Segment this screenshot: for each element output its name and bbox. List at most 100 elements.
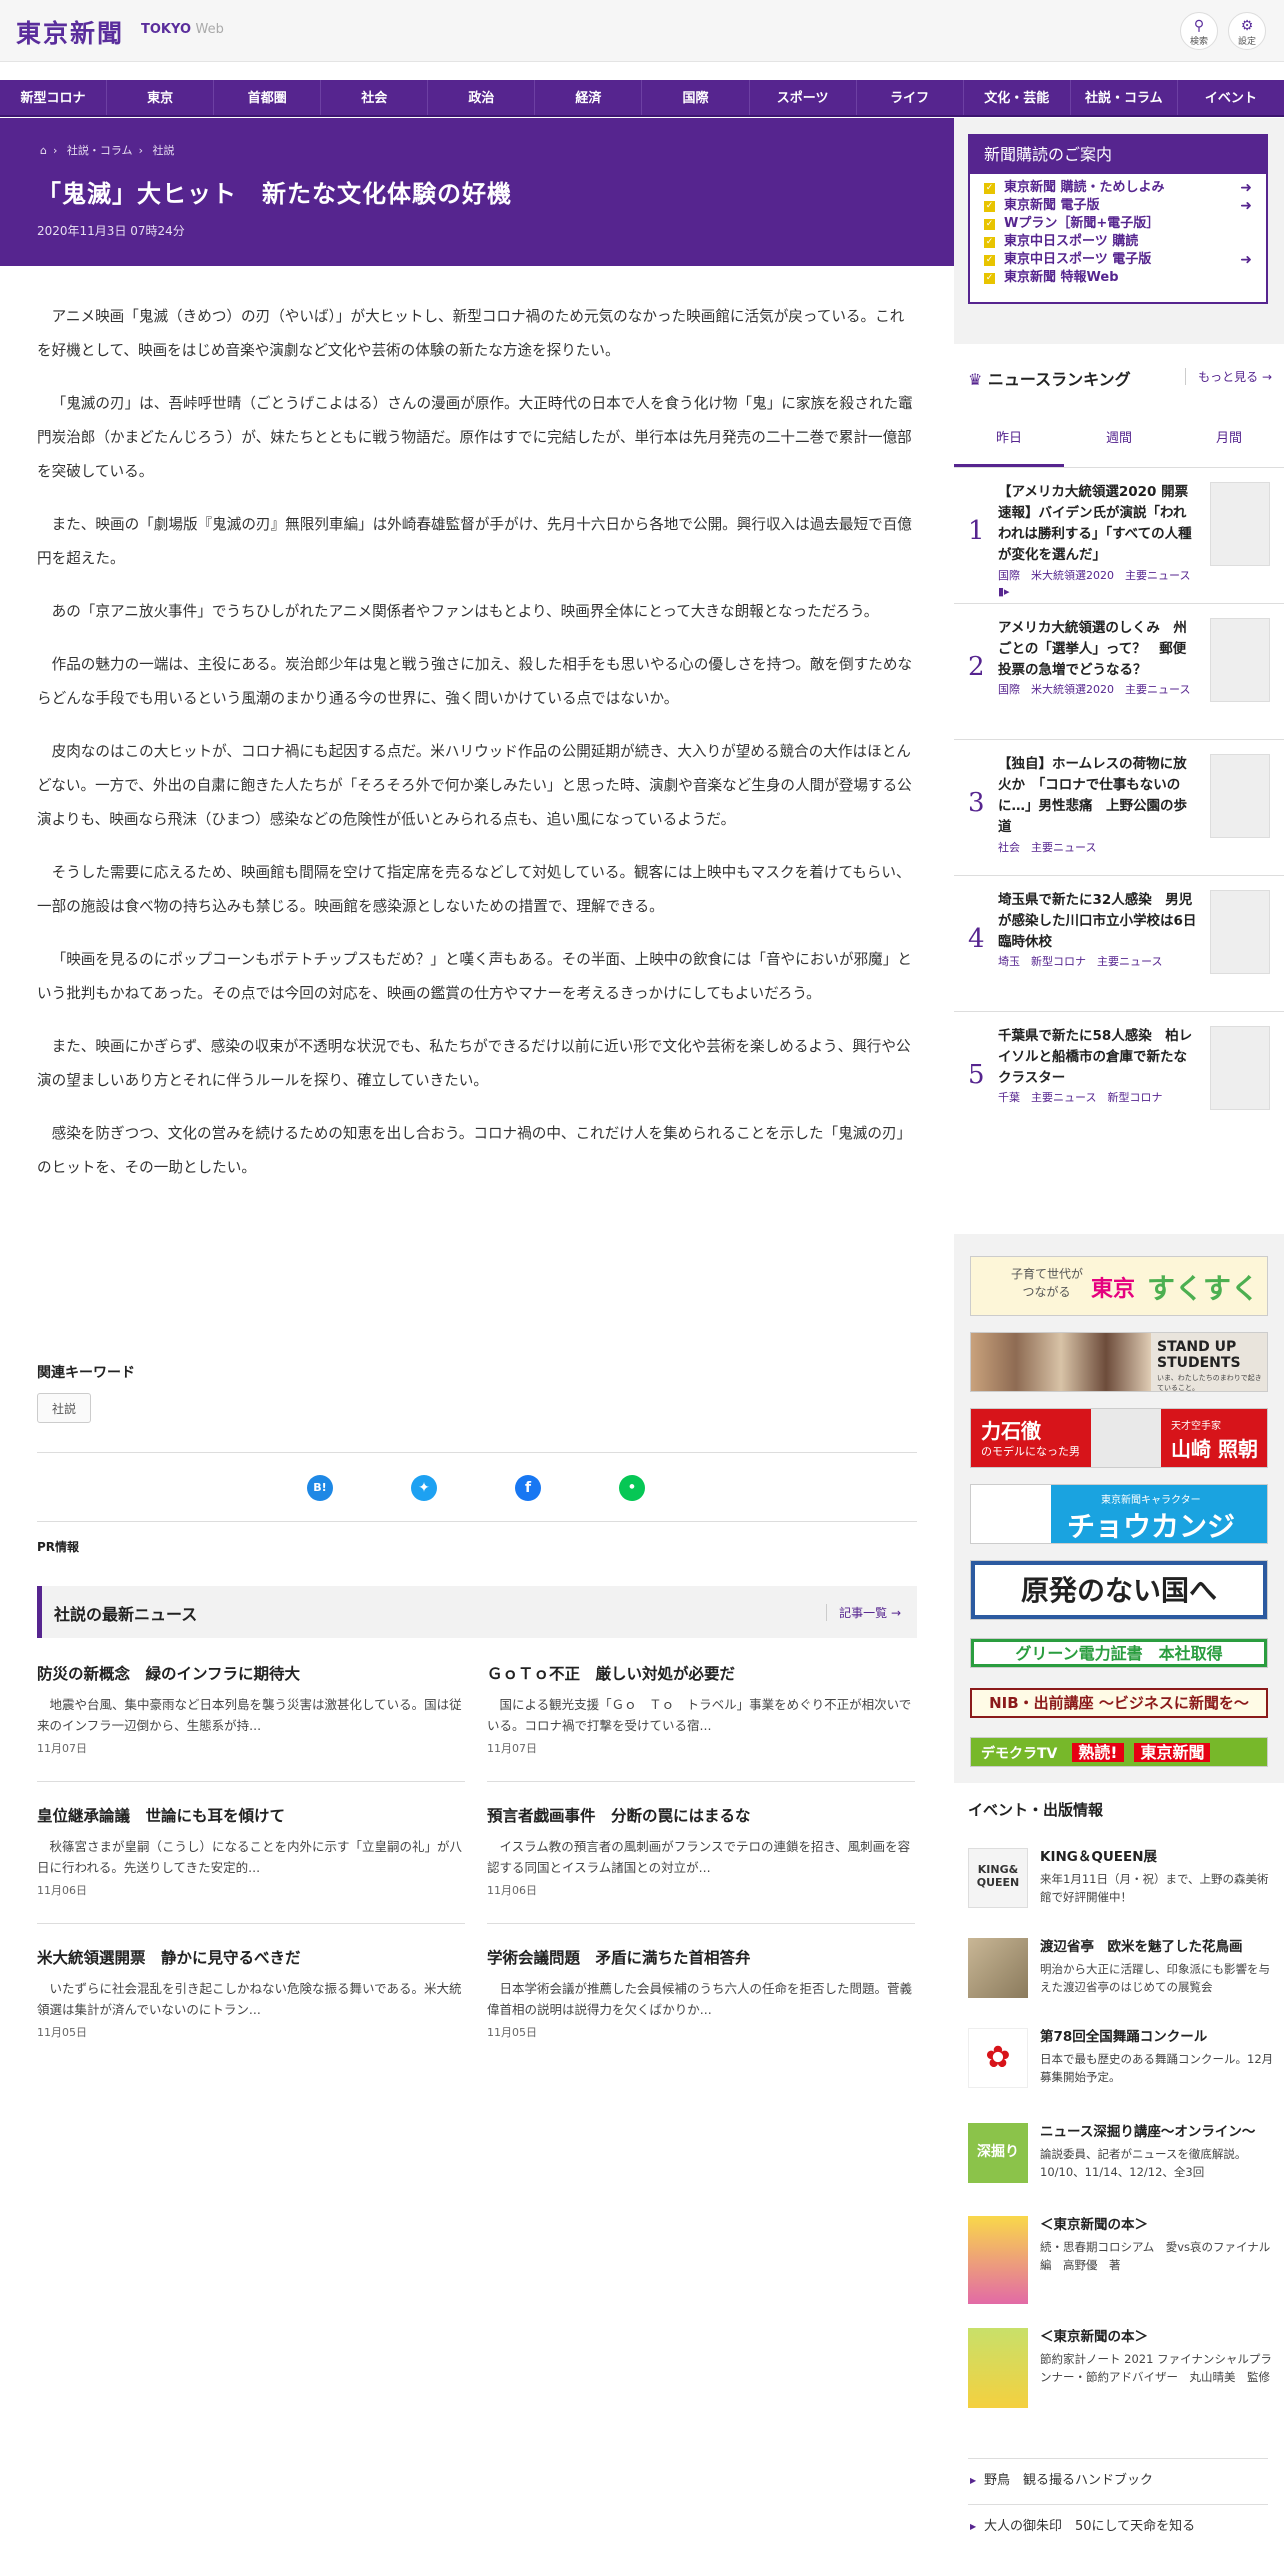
latest-news-item[interactable]: ＧｏＴｏ不正 厳しい対処が必要だ 国による観光支援「Ｇｏ Ｔｏ トラベル」事業を…: [487, 1664, 915, 1782]
tab-weekly[interactable]: 週間: [1064, 412, 1174, 467]
subscription-title: 新聞購読のご案内: [970, 136, 1266, 174]
settings-button[interactable]: ⚙ 設定: [1228, 12, 1266, 50]
banner-yamazaki[interactable]: 力石徹 のモデルになった男 天才空手家 山崎 照朝: [970, 1408, 1268, 1468]
book-cover-thumbnail: [968, 2216, 1028, 2304]
home-icon[interactable]: ⌂: [40, 144, 47, 157]
site-logo[interactable]: 東京新聞: [16, 14, 124, 50]
breadcrumb-item[interactable]: 社説・コラム: [67, 144, 133, 157]
article-date: 2020年11月3日 07時24分: [37, 224, 185, 238]
book-link[interactable]: 野鳥 観る撮るハンドブック: [968, 2458, 1268, 2503]
ranking-thumbnail: [1210, 618, 1270, 702]
ranking-thumbnail: [1210, 890, 1270, 974]
news-ranking: ♛ ニュースランキング もっと見る → 昨日 週間 月間 1 【アメリカ大統領選…: [954, 344, 1284, 1234]
subscription-link[interactable]: ✓ Wプラン［新聞+電子版］: [980, 215, 1266, 233]
search-icon: ⚲: [1193, 18, 1205, 34]
login-arrow-icon: ➜: [1240, 198, 1252, 214]
video-icon: ▮▸: [998, 585, 1010, 598]
facebook-icon[interactable]: f: [515, 1475, 541, 1501]
event-thumbnail: [968, 1938, 1028, 1998]
crown-icon: ♛: [968, 370, 983, 389]
article-title: 「鬼滅」大ヒット 新たな文化体験の好機: [37, 180, 512, 208]
ranking-tabs: 昨日 週間 月間: [954, 412, 1284, 468]
subscription-link[interactable]: ✓ 東京中日スポーツ 電子版 ➜: [980, 251, 1266, 269]
article-paragraph: あの「京アニ放火事件」でうちひしがれたアニメ関係者やファンはもとより、映画界全体…: [51, 603, 879, 620]
nav-item[interactable]: 東京: [107, 80, 215, 115]
twitter-icon[interactable]: ✦: [411, 1475, 437, 1501]
article-paragraph: 感染を防ぎつつ、文化の営みを続けるための知恵を出し合おう。コロナ禍の中、これだけ…: [37, 1125, 912, 1176]
check-icon: ✓: [984, 237, 995, 248]
article-paragraph: 「鬼滅の刃」は、吾峠呼世晴（ごとうげこよはる）さんの漫画が原作。大正時代の日本で…: [37, 395, 913, 480]
subscription-link[interactable]: ✓ 東京新聞 電子版 ➜: [980, 197, 1266, 215]
check-icon: ✓: [984, 183, 995, 194]
ranking-item[interactable]: 5 千葉県で新たに58人感染 柏レイソルと船橋市の倉庫で新たなクラスター 千葉 …: [954, 1012, 1284, 1148]
ranking-thumbnail: [1210, 1026, 1270, 1110]
nav-item[interactable]: ライフ: [857, 80, 964, 115]
latest-news-item[interactable]: 学術会議問題 矛盾に満ちた首相答弁 日本学術会議が推薦した会員候補のうち六人の任…: [487, 1948, 915, 2040]
nav-item[interactable]: 国際: [642, 80, 750, 115]
event-thumbnail: KING& QUEEN: [968, 1848, 1028, 1908]
latest-news-more-link[interactable]: 記事一覧 →: [826, 1604, 901, 1621]
keywords-label: 関連キーワード: [37, 1365, 135, 1381]
banner-chokanji[interactable]: 東京新聞キャラクター チョウカンジ: [970, 1484, 1268, 1544]
line-icon[interactable]: ⚫: [619, 1475, 645, 1501]
nav-item[interactable]: 新型コロナ: [0, 80, 108, 115]
article-header: ⌂ › 社説・コラム › 社説 「鬼滅」大ヒット 新たな文化体験の好機 2020年1…: [0, 118, 954, 266]
subscription-link[interactable]: ✓ 東京新聞 特報Web: [980, 269, 1266, 287]
banner-democra-tv[interactable]: デモクラTV 熟読! 東京新聞: [970, 1737, 1268, 1767]
nav-item[interactable]: 政治: [428, 80, 536, 115]
subscription-box: 新聞購読のご案内 ✓ 東京新聞 購読・ためしよみ ➜ ✓ 東京新聞 電子版 ➜ ✓ Wプラ…: [968, 134, 1268, 304]
nav-item[interactable]: 社説・コラム: [1071, 80, 1178, 115]
tab-monthly[interactable]: 月間: [1174, 412, 1284, 467]
event-item[interactable]: ＜東京新聞の本＞ 続・思春期コロシアム 愛vs哀のファイナル編 高野優 著: [968, 2216, 1278, 2306]
latest-news-item[interactable]: 預言者戯画事件 分断の罠にはまるな イスラム教の預言者の風刺画がフランスでテロの…: [487, 1806, 915, 1924]
article-paragraph: 作品の魅力の一端は、主役にある。炭治郎少年は鬼と戦う強さに加え、殺した相手をも思…: [37, 656, 913, 707]
ranking-title: ♛ ニュースランキング: [968, 370, 1131, 389]
event-thumbnail: ✿: [968, 2028, 1028, 2088]
nav-item[interactable]: 首都圏: [214, 80, 322, 115]
banner-sukusuku[interactable]: 子育て世代が つながる 東京 すくすく: [970, 1256, 1268, 1316]
nav-item[interactable]: 文化・芸能: [964, 80, 1071, 115]
breadcrumb: ⌂ › 社説・コラム › 社説: [40, 144, 175, 157]
banner-genpatsu[interactable]: 原発のない国へ: [970, 1560, 1268, 1620]
latest-news-item[interactable]: 皇位継承論議 世論にも耳を傾けて 秋篠宮さまが皇嗣（こうし）になることを内外に示…: [37, 1806, 465, 1924]
book-link[interactable]: 大人の御朱印 50にして天命を知る: [968, 2504, 1268, 2549]
login-arrow-icon: ➜: [1240, 252, 1252, 268]
latest-news-title: 社説の最新ニュース: [54, 1605, 198, 1624]
latest-news-header: 社説の最新ニュース 記事一覧 →: [37, 1586, 917, 1638]
tab-yesterday[interactable]: 昨日: [954, 412, 1064, 467]
pr-label: PR情報: [37, 1540, 80, 1554]
banner-students[interactable]: STAND UP STUDENTS いま、わたしたちのまわりで起きていること。: [970, 1332, 1268, 1392]
site-header: 東京新聞 TOKYO Web ⚲ 検索 ⚙ 設定: [0, 0, 1284, 62]
subscription-link[interactable]: ✓ 東京中日スポーツ 購読: [980, 233, 1266, 251]
breadcrumb-item[interactable]: 社説: [152, 144, 174, 157]
hatena-bookmark-icon[interactable]: B!: [307, 1475, 333, 1501]
global-nav: 新型コロナ 東京 首都圏 社会 政治 経済 国際 スポーツ ライフ 文化・芸能 …: [0, 80, 1284, 117]
search-button[interactable]: ⚲ 検索: [1180, 12, 1218, 50]
ranking-item[interactable]: 3 【独自】ホームレスの荷物に放火か 「コロナで仕事もないのに…」男性悲痛 上野…: [954, 740, 1284, 876]
nav-item[interactable]: 社会: [321, 80, 429, 115]
ranking-item[interactable]: 2 アメリカ大統領選のしくみ 州ごとの「選挙人」って？ 郵便投票の急増でどうなる…: [954, 604, 1284, 740]
ranking-thumbnail: [1210, 754, 1270, 838]
article-paragraph: 皮肉なのはこの大ヒットが、コロナ禍にも起因する点だ。米ハリウッド作品の公開延期が…: [37, 743, 912, 828]
ranking-more-link[interactable]: もっと見る →: [1185, 368, 1272, 385]
latest-news-item[interactable]: 米大統領選開票 静かに見守るべきだ いたずらに社会混乱を引き起こしかねない危険な…: [37, 1948, 465, 2040]
nav-item[interactable]: イベント: [1178, 80, 1284, 115]
book-cover-thumbnail: [968, 2328, 1028, 2408]
event-item[interactable]: ＜東京新聞の本＞ 節約家計ノート 2021 ファイナンシャルプランナー・節約アド…: [968, 2328, 1278, 2418]
article-paragraph: そうした需要に応えるため、映画館も間隔を空けて指定席を売るなどして対処している。…: [37, 864, 911, 915]
gear-icon: ⚙: [1240, 18, 1254, 34]
check-icon: ✓: [984, 255, 995, 266]
events-section: イベント・出版情報 KING& QUEEN KING＆QUEEN展 来年1月11日…: [954, 1783, 1284, 2568]
keyword-tag[interactable]: 社説: [37, 1393, 92, 1423]
share-bar: B! ✦ f ⚫: [37, 1452, 917, 1522]
ranking-item[interactable]: 4 埼玉県で新たに32人感染 男児が感染した川口市立小学校は6日臨時休校 埼玉 …: [954, 876, 1284, 1012]
banner-nib[interactable]: NIB・出前講座 〜ビジネスに新聞を〜: [970, 1688, 1268, 1718]
banner-green-power[interactable]: グリーン電力証書 本社取得: [970, 1638, 1268, 1668]
nav-item[interactable]: 経済: [535, 80, 643, 115]
subscription-link[interactable]: ✓ 東京新聞 購読・ためしよみ ➜: [980, 179, 1266, 197]
nav-item[interactable]: スポーツ: [750, 80, 857, 115]
check-icon: ✓: [984, 201, 995, 212]
check-icon: ✓: [984, 273, 995, 284]
latest-news-item[interactable]: 防災の新概念 緑のインフラに期待大 地震や台風、集中豪雨など日本列島を襲う災害は…: [37, 1664, 465, 1782]
ranking-item[interactable]: 1 【アメリカ大統領選2020 開票速報】バイデン氏が演説「われわれは勝利する」…: [954, 468, 1284, 604]
